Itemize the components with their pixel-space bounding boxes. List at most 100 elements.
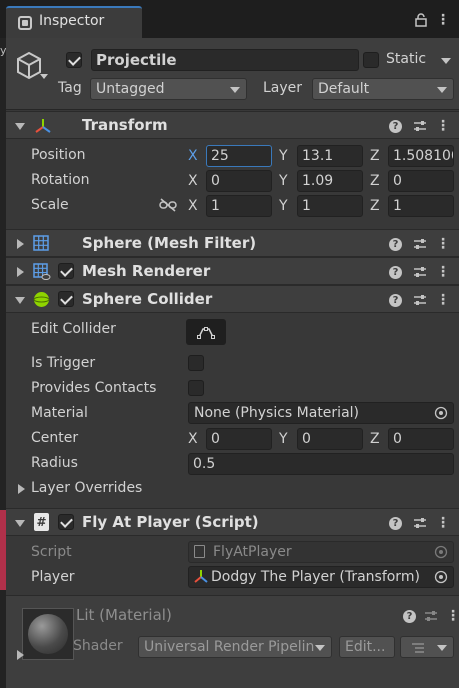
static-dropdown-icon[interactable] — [441, 58, 451, 64]
material-menu-icon[interactable]: ⋮ — [446, 608, 459, 624]
center-z-axis: Z — [370, 431, 380, 447]
provides-contacts-label: Provides Contacts — [31, 380, 157, 396]
constrain-proportions-icon[interactable] — [159, 198, 177, 212]
radius-label: Radius — [31, 455, 78, 471]
help-icon[interactable]: ? — [389, 294, 402, 307]
material-label: Material — [31, 405, 88, 421]
lock-icon[interactable] — [415, 13, 427, 27]
component-menu-icon[interactable]: ⋮ — [436, 236, 450, 252]
static-label: Static — [386, 51, 427, 67]
mesh-renderer-header[interactable]: Mesh Renderer ? ⋮ — [6, 257, 459, 285]
scale-x-field[interactable]: 1 — [206, 195, 272, 217]
foldout-closed-icon[interactable] — [18, 484, 25, 494]
presets-icon[interactable] — [413, 265, 427, 279]
position-x-field[interactable]: 25 — [206, 145, 272, 167]
shader-edit-button[interactable]: Edit... — [339, 636, 395, 658]
center-y-field[interactable]: 0 — [297, 428, 363, 450]
material-sphere — [28, 614, 68, 654]
position-y-field[interactable]: 13.1 — [297, 145, 363, 167]
position-z-field[interactable]: 1.508106 — [388, 145, 454, 167]
scale-z-field[interactable]: 1 — [388, 195, 454, 217]
chevron-down-icon — [230, 87, 240, 93]
presets-icon[interactable] — [424, 609, 438, 623]
script-field: FlyAtPlayer — [188, 541, 454, 563]
tab-inspector[interactable]: Inspector — [6, 6, 142, 38]
object-picker-icon[interactable] — [434, 406, 448, 420]
help-icon[interactable]: ? — [389, 120, 402, 133]
is-trigger-checkbox[interactable] — [188, 355, 204, 371]
object-picker-icon[interactable] — [434, 570, 448, 584]
foldout-closed-icon[interactable] — [17, 267, 24, 277]
help-icon[interactable]: ? — [389, 517, 402, 530]
scale-y-field[interactable]: 1 — [297, 195, 363, 217]
foldout-closed-icon[interactable] — [17, 650, 24, 660]
component-menu-icon[interactable]: ⋮ — [436, 264, 450, 280]
position-y-axis: Y — [279, 148, 288, 164]
object-picker-icon — [434, 545, 448, 559]
sphere-collider-icon — [33, 292, 50, 307]
sphere-collider-enabled-checkbox[interactable] — [58, 291, 74, 307]
material-value: None (Physics Material) — [194, 405, 359, 421]
position-z-axis: Z — [370, 148, 380, 164]
script-asset-icon — [194, 545, 205, 558]
rotation-y-field[interactable]: 1.09 — [297, 170, 363, 192]
material-section: Lit (Material) ? ⋮ Shader Universal Rend… — [6, 595, 459, 688]
foldout-open-icon[interactable] — [15, 123, 25, 130]
tag-dropdown[interactable]: Untagged — [90, 78, 247, 100]
rotation-x-field[interactable]: 0 — [206, 170, 272, 192]
component-menu-icon[interactable]: ⋮ — [436, 515, 450, 531]
material-preview — [22, 608, 74, 660]
foldout-open-icon[interactable] — [15, 520, 25, 527]
provides-contacts-checkbox[interactable] — [188, 380, 204, 396]
mesh-renderer-icon — [33, 263, 51, 280]
center-x-field[interactable]: 0 — [206, 428, 272, 450]
sphere-collider-header[interactable]: Sphere Collider ? ⋮ — [6, 285, 459, 313]
transform-axes-icon — [194, 570, 208, 583]
edit-collider-button[interactable] — [186, 319, 226, 345]
tab-menu-icon[interactable]: ⋮ — [436, 12, 450, 28]
script-header[interactable]: # Fly At Player (Script) ? ⋮ — [6, 508, 459, 536]
name-field[interactable]: Projectile — [91, 49, 359, 71]
transform-body: Position X 25 Y 13.1 Z 1.508106 Rotation… — [6, 140, 459, 228]
tab-title: Inspector — [39, 13, 105, 29]
edit-collider-icon — [197, 327, 215, 339]
is-trigger-label: Is Trigger — [31, 355, 96, 371]
sphere-collider-body: Edit Collider Is Trigger Provides Contac… — [6, 314, 459, 508]
player-label: Player — [31, 569, 75, 585]
shader-dropdown[interactable]: Universal Render Pipelin — [138, 636, 332, 658]
help-icon[interactable]: ? — [389, 238, 402, 251]
transform-header[interactable]: Transform ? ⋮ — [6, 111, 459, 139]
mesh-filter-header[interactable]: Sphere (Mesh Filter) ? ⋮ — [6, 229, 459, 257]
tag-value: Untagged — [96, 81, 165, 97]
help-icon[interactable]: ? — [389, 266, 402, 279]
player-value: Dodgy The Player (Transform) — [211, 569, 420, 585]
material-title: Lit (Material) — [76, 606, 172, 624]
foldout-open-icon[interactable] — [15, 297, 25, 304]
center-z-field[interactable]: 0 — [388, 428, 454, 450]
foldout-closed-icon[interactable] — [17, 239, 24, 249]
component-menu-icon[interactable]: ⋮ — [436, 118, 450, 134]
mesh-grid-icon — [33, 235, 49, 251]
mesh-filter-title: Sphere (Mesh Filter) — [82, 234, 257, 252]
presets-icon[interactable] — [413, 516, 427, 530]
shader-options-dropdown[interactable] — [400, 636, 454, 658]
material-field[interactable]: None (Physics Material) — [188, 402, 454, 424]
list-icon — [412, 643, 424, 653]
icon-dropdown-icon[interactable] — [40, 74, 48, 79]
layer-overrides-label[interactable]: Layer Overrides — [31, 480, 142, 496]
presets-icon[interactable] — [413, 293, 427, 307]
presets-icon[interactable] — [413, 119, 427, 133]
help-icon[interactable]: ? — [403, 610, 416, 623]
script-enabled-checkbox[interactable] — [58, 514, 74, 530]
radius-field[interactable]: 0.5 — [188, 453, 454, 475]
sphere-collider-title: Sphere Collider — [82, 290, 213, 308]
layer-dropdown[interactable]: Default — [312, 78, 454, 100]
presets-icon[interactable] — [413, 237, 427, 251]
rotation-z-field[interactable]: 0 — [388, 170, 454, 192]
player-field[interactable]: Dodgy The Player (Transform) — [188, 566, 454, 588]
layer-value: Default — [318, 81, 370, 97]
component-menu-icon[interactable]: ⋮ — [436, 292, 450, 308]
mesh-renderer-enabled-checkbox[interactable] — [58, 263, 74, 279]
static-checkbox[interactable] — [363, 52, 379, 68]
active-checkbox[interactable] — [66, 52, 82, 68]
